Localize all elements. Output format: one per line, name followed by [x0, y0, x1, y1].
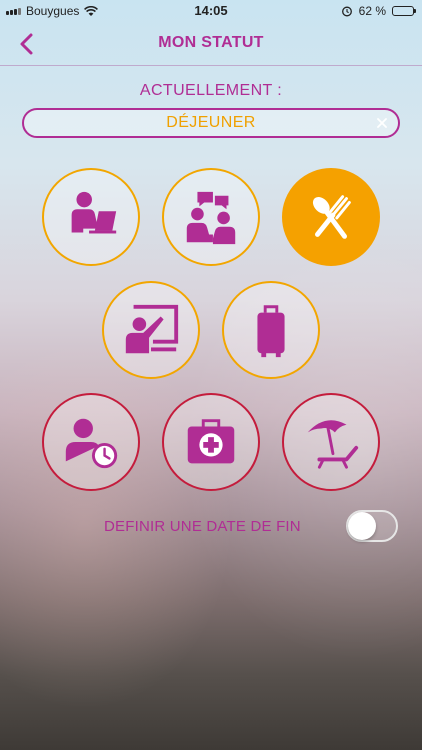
- presentation-icon: [125, 304, 179, 354]
- beach-umbrella-icon: [307, 420, 359, 469]
- close-icon: [377, 118, 387, 128]
- status-sick-button[interactable]: [162, 393, 260, 491]
- person-laptop-icon: [71, 191, 117, 234]
- end-date-toggle[interactable]: [346, 510, 398, 542]
- status-vacation-button[interactable]: [282, 393, 380, 491]
- current-status-value: DÉJEUNER: [166, 114, 256, 131]
- battery-area: 62 %: [341, 4, 416, 18]
- battery-percent: 62 %: [358, 4, 386, 18]
- medical-kit-icon: [187, 419, 235, 464]
- battery-icon: [392, 6, 416, 16]
- meeting-icon: [186, 191, 236, 245]
- alarm-icon: [341, 6, 352, 17]
- status-travel-button[interactable]: [222, 281, 320, 379]
- page-title: MON STATUT: [158, 34, 264, 51]
- status-meeting-button[interactable]: [162, 168, 260, 266]
- status-bar: Bouygues 14:05 62 %: [0, 0, 422, 22]
- current-status-field[interactable]: DÉJEUNER: [22, 108, 400, 138]
- status-training-button[interactable]: [102, 281, 200, 379]
- end-date-label: DEFINIR UNE DATE DE FIN: [104, 518, 301, 535]
- status-absent-button[interactable]: [42, 393, 140, 491]
- person-clock-icon: [65, 418, 118, 469]
- suitcase-icon: [257, 305, 285, 358]
- current-status-label: ACTUELLEMENT :: [139, 82, 283, 99]
- nav-bar: MON STATUT: [0, 22, 422, 66]
- status-lunch-button[interactable]: [282, 168, 380, 266]
- clear-button[interactable]: [374, 115, 390, 131]
- toggle-knob: [348, 512, 376, 540]
- fork-spoon-icon: [312, 195, 351, 239]
- status-work-button[interactable]: [42, 168, 140, 266]
